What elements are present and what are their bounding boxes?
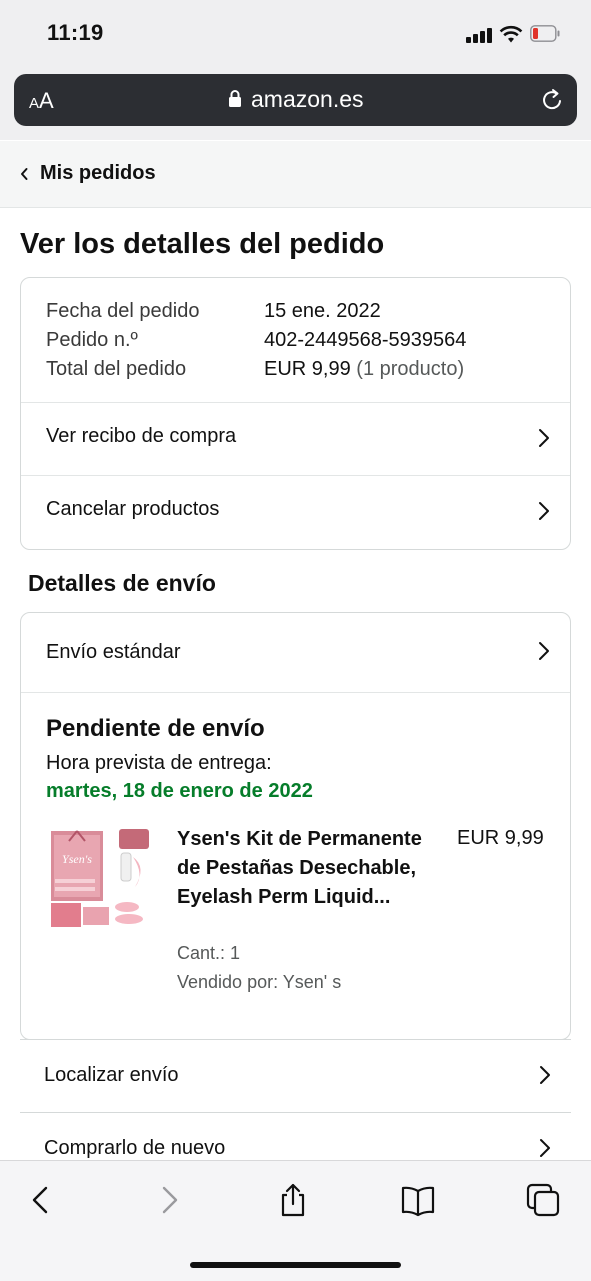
order-summary-card: Fecha del pedido 15 ene. 2022 Pedido n.º… [20,277,571,550]
product-quantity: Cant.: 1 [177,943,241,963]
browser-chrome: 11:19 AA amazon.es [0,0,591,140]
forward-icon[interactable] [152,1183,186,1217]
chevron-right-icon [540,1139,550,1157]
order-date-label: Fecha del pedido [46,300,200,322]
product-title-link[interactable]: Ysen's Kit de Permanente de Pestañas Des… [177,825,427,912]
delivery-eta-date: martes, 18 de enero de 2022 [46,780,313,802]
shipping-method-label: Envío estándar [46,641,181,663]
delivery-eta-label: Hora prevista de entrega: [46,752,272,774]
text-size-button[interactable]: AA [29,88,54,114]
order-total-label: Total del pedido [46,358,187,380]
chevron-right-icon [540,1066,550,1084]
share-icon[interactable] [276,1183,310,1217]
shipment-status: Pendiente de envío [46,715,265,742]
cancel-items-label: Cancelar productos [46,498,220,520]
order-total-value: EUR 9,99 (1 producto) [264,358,464,381]
order-number-value: 402-2449568-5939564 [264,329,467,351]
battery-low-icon [530,25,560,42]
view-receipt-label: Ver recibo de compra [46,425,237,447]
order-total-item-count: (1 producto) [356,358,465,380]
shipping-details-heading: Detalles de envío [28,570,216,596]
order-total-amount: EUR 9,99 [264,358,351,380]
back-to-orders-link[interactable]: Mis pedidos [0,141,591,208]
page-title: Ver los detalles del pedido [20,228,385,260]
buy-again-label: Comprarlo de nuevo [44,1137,226,1159]
reload-icon[interactable] [540,87,565,113]
address-bar[interactable]: AA amazon.es [14,74,577,126]
buy-again-row[interactable]: Comprarlo de nuevo [20,1112,571,1161]
shipment-card: Envío estándar Pendiente de envío Hora p… [20,612,571,1040]
cancel-items-row[interactable]: Cancelar productos [21,475,570,549]
product-thumbnail[interactable]: Ysen's [49,827,153,931]
lock-icon [229,90,241,107]
home-indicator[interactable] [190,1262,401,1268]
order-date-value: 15 ene. 2022 [264,300,381,322]
bookmarks-icon[interactable] [401,1183,435,1217]
back-icon[interactable] [24,1183,58,1217]
chevron-left-icon [21,168,28,180]
url-domain[interactable]: amazon.es [251,86,364,113]
status-time: 11:19 [47,20,104,45]
back-link-label: Mis pedidos [40,162,156,184]
wifi-icon [499,25,523,43]
product-seller: Vendido por: Ysen' s [177,972,342,992]
order-number-label: Pedido n.º [46,329,138,351]
chevron-right-icon [539,642,549,660]
chevron-right-icon [539,429,549,447]
view-receipt-row[interactable]: Ver recibo de compra [21,402,570,475]
shipping-method-row[interactable]: Envío estándar [21,613,570,692]
tabs-icon[interactable] [526,1183,560,1217]
divider [21,692,570,693]
chevron-right-icon [539,502,549,520]
track-shipment-row[interactable]: Localizar envío [20,1039,571,1113]
cellular-signal-icon [466,27,494,43]
product-price: EUR 9,99 [457,827,544,849]
thumbnail-brand-text: Ysen's [62,852,92,866]
track-shipment-label: Localizar envío [44,1064,179,1086]
